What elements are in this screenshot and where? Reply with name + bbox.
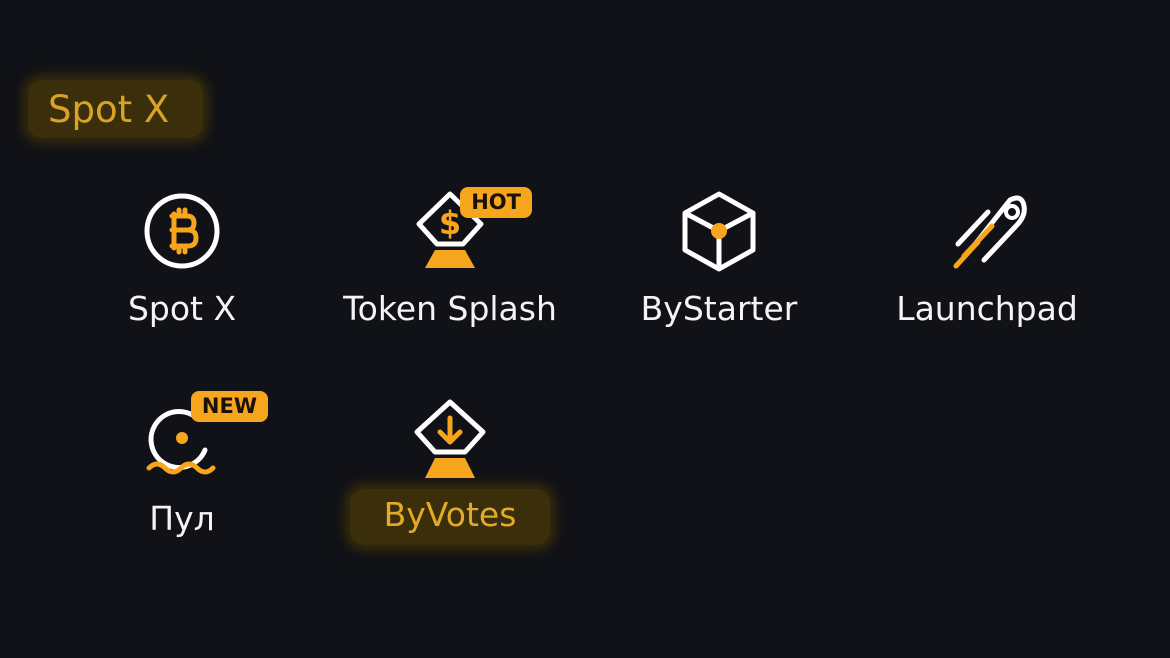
menu-item-bystarter[interactable]: ByStarter xyxy=(589,185,849,329)
menu-item-label: Token Splash xyxy=(343,289,557,328)
cube-icon xyxy=(682,191,756,272)
menu-item-label: ByVotes xyxy=(349,489,551,545)
menu-item-token-splash[interactable]: $ HOT Token Splash xyxy=(320,185,580,329)
rocket-icon xyxy=(953,195,1027,269)
icon-container xyxy=(122,185,242,277)
menu-item-pool[interactable]: NEW Пул xyxy=(52,391,312,539)
menu-item-byvotes[interactable]: ByVotes xyxy=(320,395,580,545)
icon-container xyxy=(390,395,510,487)
icon-container: NEW xyxy=(122,391,268,487)
hot-badge: HOT xyxy=(460,187,532,219)
menu-item-label: ByStarter xyxy=(640,289,798,328)
page: Spot X Spot X $ HOT Token Splash ByStart… xyxy=(0,0,1170,658)
vote-download-icon xyxy=(414,399,486,478)
icon-container xyxy=(659,185,779,277)
menu-item-label: Spot X xyxy=(127,289,237,328)
new-badge: NEW xyxy=(190,391,268,423)
menu-item-launchpad[interactable]: Launchpad xyxy=(857,185,1117,329)
menu-item-label: Launchpad xyxy=(896,289,1078,328)
icon-container xyxy=(927,185,1047,277)
bitcoin-icon xyxy=(144,193,220,269)
section-title: Spot X xyxy=(28,80,204,138)
icon-container: $ HOT xyxy=(390,185,532,277)
menu-item-spot-x[interactable]: Spot X xyxy=(52,185,312,329)
svg-text:$: $ xyxy=(439,204,461,242)
menu-item-label: Пул xyxy=(149,499,215,538)
